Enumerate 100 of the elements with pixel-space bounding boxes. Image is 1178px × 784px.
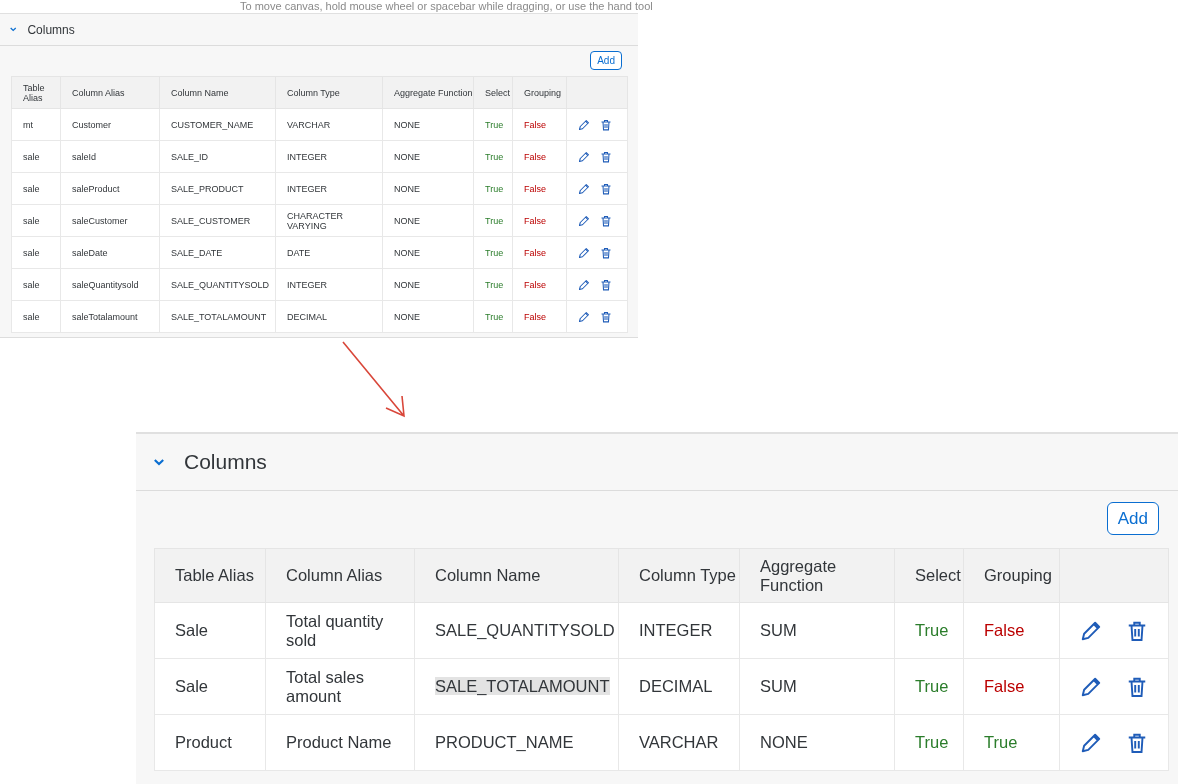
table-cell: True	[473, 204, 513, 237]
table-cell: sale	[11, 140, 61, 173]
delete-icon[interactable]	[1126, 731, 1148, 754]
table-cell: True	[473, 268, 513, 301]
column-header: Grouping	[963, 548, 1060, 603]
canvas-hint: To move canvas, hold mouse wheel or spacebar while dragging, or use the hand tool	[240, 0, 653, 13]
table-cell: False	[512, 268, 567, 301]
delete-icon[interactable]	[600, 150, 612, 163]
delete-icon[interactable]	[1126, 675, 1148, 698]
column-header: Column Alias	[265, 548, 415, 603]
table-cell: True	[894, 714, 964, 771]
table-cell: SALE_DATE	[159, 236, 276, 269]
table-cell: SUM	[739, 658, 895, 715]
table-cell: False	[512, 140, 567, 173]
column-header: Select	[894, 548, 964, 603]
edit-icon[interactable]	[1080, 619, 1102, 642]
table-cell: INTEGER	[275, 140, 383, 173]
delete-icon[interactable]	[1126, 619, 1148, 642]
table-cell: Total sales amount	[265, 658, 415, 715]
edit-icon[interactable]	[578, 214, 590, 227]
table-cell: True	[894, 602, 964, 659]
table-cell: NONE	[739, 714, 895, 771]
table-cell: SALE_QUANTITYSOLD	[414, 602, 619, 659]
table-cell: NONE	[382, 204, 474, 237]
table-cell: NONE	[382, 172, 474, 205]
section-title: Columns	[184, 450, 267, 474]
edit-icon[interactable]	[578, 310, 590, 323]
table-cell: True	[473, 140, 513, 173]
table-cell: sale	[11, 300, 61, 333]
edit-icon[interactable]	[1080, 675, 1102, 698]
table-cell: False	[512, 204, 567, 237]
edit-icon[interactable]	[578, 246, 590, 259]
edit-icon[interactable]	[578, 278, 590, 291]
delete-icon[interactable]	[600, 182, 612, 195]
table-cell: sale	[11, 236, 61, 269]
edit-icon[interactable]	[1080, 731, 1102, 754]
delete-icon[interactable]	[600, 310, 612, 323]
delete-icon[interactable]	[600, 246, 612, 259]
column-header: Column Type	[275, 76, 383, 109]
table-cell: NONE	[382, 236, 474, 269]
table-cell: SALE_CUSTOMER	[159, 204, 276, 237]
add-button[interactable]: Add	[1106, 502, 1159, 535]
column-header: Column Name	[159, 76, 276, 109]
table-cell: SALE_PRODUCT	[159, 172, 276, 205]
table-cell: True	[473, 300, 513, 333]
table-cell: Product Name	[265, 714, 415, 771]
table-cell: Customer	[60, 108, 160, 141]
table-cell: saleProduct	[60, 172, 160, 205]
column-header: Column Name	[414, 548, 619, 603]
column-header: Aggregate Function	[382, 76, 474, 109]
column-header: Column Alias	[60, 76, 160, 109]
table-cell: False	[512, 300, 567, 333]
table-cell: SUM	[739, 602, 895, 659]
table-cell: True	[473, 172, 513, 205]
table-cell: NONE	[382, 140, 474, 173]
table-cell: saleDate	[60, 236, 160, 269]
delete-icon[interactable]	[600, 278, 612, 291]
edit-icon[interactable]	[578, 118, 590, 131]
table-cell: Total quantity sold	[265, 602, 415, 659]
table-cell: False	[512, 108, 567, 141]
table-cell: INTEGER	[275, 268, 383, 301]
table-cell: SALE_ID	[159, 140, 276, 173]
chevron-icon[interactable]	[9, 25, 18, 34]
column-header: Column Type	[618, 548, 740, 603]
table-cell: sale	[11, 268, 61, 301]
table-cell: DECIMAL	[618, 658, 740, 715]
delete-icon[interactable]	[600, 118, 612, 131]
edit-icon[interactable]	[578, 150, 590, 163]
table-cell: DATE	[275, 236, 383, 269]
table-cell: True	[473, 236, 513, 269]
table-cell: Product	[154, 714, 266, 771]
table-cell: saleCustomer	[60, 204, 160, 237]
section-title: Columns	[27, 22, 75, 37]
column-header: Grouping	[512, 76, 567, 109]
table-cell: mt	[11, 108, 61, 141]
delete-icon[interactable]	[600, 214, 612, 227]
table-cell: True	[963, 714, 1060, 771]
table-cell: NONE	[382, 300, 474, 333]
column-header: Table Alias	[11, 76, 61, 109]
table-cell: sale	[11, 204, 61, 237]
table-cell: INTEGER	[618, 602, 740, 659]
table-cell: True	[894, 658, 964, 715]
table-cell: NONE	[382, 268, 474, 301]
add-button[interactable]: Add	[590, 51, 622, 70]
table-cell: saleQuantitysold	[60, 268, 160, 301]
table-cell: SALE_TOTALAMOUNT	[414, 658, 619, 715]
edit-icon[interactable]	[578, 182, 590, 195]
table-cell: SALE_QUANTITYSOLD	[159, 268, 276, 301]
table-cell: INTEGER	[275, 172, 383, 205]
table-cell: CUSTOMER_NAME	[159, 108, 276, 141]
table-cell: NONE	[382, 108, 474, 141]
table-cell: Sale	[154, 658, 266, 715]
table-cell: SALE_TOTALAMOUNT	[159, 300, 276, 333]
table-cell: CHARACTER VARYING	[275, 204, 383, 237]
table-cell: PRODUCT_NAME	[414, 714, 619, 771]
column-header: Table Alias	[154, 548, 266, 603]
table-cell: VARCHAR	[275, 108, 383, 141]
table-cell: saleTotalamount	[60, 300, 160, 333]
table-cell: True	[473, 108, 513, 141]
table-cell: False	[512, 172, 567, 205]
